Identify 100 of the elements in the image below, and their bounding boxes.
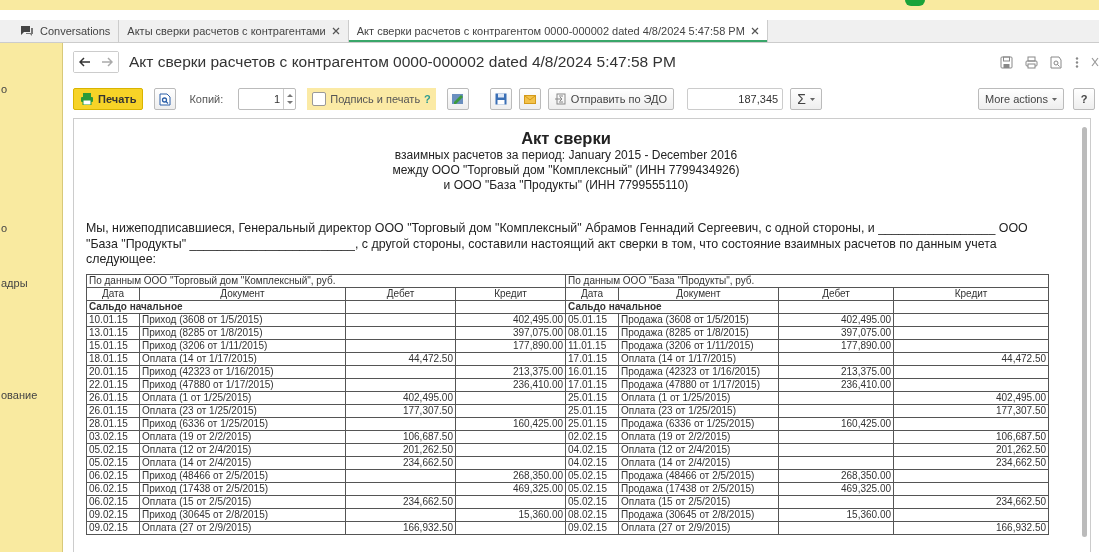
email-button[interactable] (518, 88, 541, 110)
save-icon[interactable] (1000, 55, 1013, 69)
table-cell: Приход (42323 от 1/16/2015) (139, 365, 346, 378)
right-arrow-icon (101, 57, 113, 67)
close-icon[interactable] (331, 27, 340, 35)
table-cell: Оплата (1 от 1/25/2015) (139, 391, 346, 404)
table-cell: Продажа (6336 от 1/25/2015) (618, 417, 779, 430)
table-cell: Приход (3608 от 1/5/2015) (139, 313, 346, 326)
table-cell: Приход (3206 от 1/11/2015) (139, 339, 346, 352)
sidebar-item[interactable]: ование (1, 389, 38, 401)
send-edo-button[interactable]: Отправить по ЭДО (547, 88, 675, 110)
printer-icon (80, 93, 94, 105)
table-cell: Приход (47880 от 1/17/2015) (139, 378, 346, 391)
table-cell: 234,662.50 (345, 495, 456, 508)
table-cell: Сальдо начальное (86, 300, 346, 313)
sum-field[interactable]: 187,345 (687, 88, 784, 110)
table-cell: Продажа (3206 от 1/11/2015) (618, 339, 779, 352)
table-cell: 06.02.15 (86, 469, 140, 482)
table-cell: Продажа (17438 от 2/5/2015) (618, 482, 779, 495)
column-header: Кредит (455, 287, 566, 300)
table-cell: Приход (6336 от 1/25/2015) (139, 417, 346, 430)
table-cell: 234,662.50 (893, 456, 1049, 469)
table-cell: 160,425.00 (778, 417, 894, 430)
table-cell: 17.01.15 (565, 378, 619, 391)
table-cell: 16.01.15 (565, 365, 619, 378)
table-cell: 234,662.50 (893, 495, 1049, 508)
table-cell: Оплата (27 от 2/9/2015) (618, 521, 779, 534)
document-subtitle: и ООО "База "Продукты" (ИНН 7799555110) (442, 178, 690, 193)
table-cell: Сальдо начальное (565, 300, 779, 313)
table-cell: 06.02.15 (86, 482, 140, 495)
document-subtitle: взаимных расчетов за период: January 2015 - December 2016 (393, 148, 739, 163)
table-cell: 469,325.00 (778, 482, 894, 495)
left-arrow-icon (79, 57, 91, 67)
table-cell: 09.02.15 (86, 521, 140, 534)
table-cell: Приход (8285 от 1/8/2015) (139, 326, 346, 339)
table-cell: 08.01.15 (565, 326, 619, 339)
column-header: Дата (565, 287, 619, 300)
table-cell: 05.01.15 (565, 313, 619, 326)
print-icon[interactable] (1025, 55, 1038, 69)
table-cell: 13.01.15 (86, 326, 140, 339)
table-cell: Оплата (19 от 2/2/2015) (618, 430, 779, 443)
table-cell: Продажа (8285 от 1/8/2015) (618, 326, 779, 339)
column-header: Документ (139, 287, 346, 300)
table-cell: 106,687.50 (893, 430, 1049, 443)
save-button[interactable] (489, 88, 512, 110)
table-cell: Оплата (23 от 1/25/2015) (618, 404, 779, 417)
sidebar-item[interactable]: о (1, 83, 8, 95)
table-cell: Оплата (14 от 2/4/2015) (139, 456, 346, 469)
table-cell: 28.01.15 (86, 417, 140, 430)
preview-button[interactable] (154, 88, 177, 110)
help-button[interactable]: ? (1073, 88, 1095, 110)
table-cell: 05.02.15 (86, 443, 140, 456)
column-header: Дата (86, 287, 140, 300)
table-cell: 20.01.15 (86, 365, 140, 378)
sidebar-item[interactable]: о (1, 222, 8, 234)
table-caption: По данным ООО "Торговый дом "Комплексный", руб. (86, 274, 566, 287)
table-cell: 268,350.00 (455, 469, 566, 482)
table-cell: 17.01.15 (565, 352, 619, 365)
table-cell: 177,890.00 (778, 339, 894, 352)
table-cell: Оплата (1 от 1/25/2015) (618, 391, 779, 404)
sidebar-item[interactable]: адры (1, 277, 28, 289)
table-cell: 236,410.00 (455, 378, 566, 391)
edit-button[interactable] (446, 88, 469, 110)
table-cell: 15,360.00 (778, 508, 894, 521)
caret-icon (809, 97, 815, 101)
column-header: Дебет (345, 287, 456, 300)
form-title: Акт сверки расчетов с контрагентом 0000-000002 dated 4/8/2024 5:47:58 PM (129, 53, 677, 71)
copies-field[interactable]: 1 (238, 88, 297, 110)
table-cell: Оплата (14 от 1/17/2015) (139, 352, 346, 365)
spinner-arrows-icon[interactable] (286, 93, 293, 105)
sum-button[interactable]: Σ (790, 88, 822, 110)
table-cell: Оплата (27 от 2/9/2015) (139, 521, 346, 534)
table-cell: 26.01.15 (86, 404, 140, 417)
table-cell: 11.01.15 (565, 339, 619, 352)
table-cell: 03.02.15 (86, 430, 140, 443)
tab[interactable]: Акт сверки расчетов с контрагентом 0000-000002 dated 4/8/2024 5:47:58 PM (348, 20, 768, 42)
table-cell: 402,495.00 (893, 391, 1049, 404)
column-header: Кредит (893, 287, 1049, 300)
table-cell: 177,307.50 (345, 404, 456, 417)
table-cell: 22.01.15 (86, 378, 140, 391)
table-cell: 402,495.00 (455, 313, 566, 326)
table-cell: 26.01.15 (86, 391, 140, 404)
table-cell: 05.02.15 (86, 456, 140, 469)
sign-checkbox[interactable]: Подпись и печать ? (307, 88, 436, 110)
table-cell: 25.01.15 (565, 417, 619, 430)
table-cell: 213,375.00 (778, 365, 894, 378)
close-icon[interactable] (750, 27, 759, 35)
preview-icon[interactable] (1050, 55, 1063, 69)
more-icon[interactable] (1075, 55, 1079, 69)
table-cell: Оплата (12 от 2/4/2015) (618, 443, 779, 456)
table-cell: Продажа (3608 от 1/5/2015) (618, 313, 779, 326)
table-cell: Приход (30645 от 2/8/2015) (139, 508, 346, 521)
table-cell: 234,662.50 (345, 456, 456, 469)
table-cell: 44,472.50 (345, 352, 456, 365)
table-cell: 166,932.50 (893, 521, 1049, 534)
table-cell: 402,495.00 (778, 313, 894, 326)
table-cell: 04.02.15 (565, 443, 619, 456)
more-actions-button[interactable]: More actions (978, 88, 1064, 110)
print-button[interactable]: Печать (73, 88, 144, 110)
table-cell: 05.02.15 (565, 469, 619, 482)
